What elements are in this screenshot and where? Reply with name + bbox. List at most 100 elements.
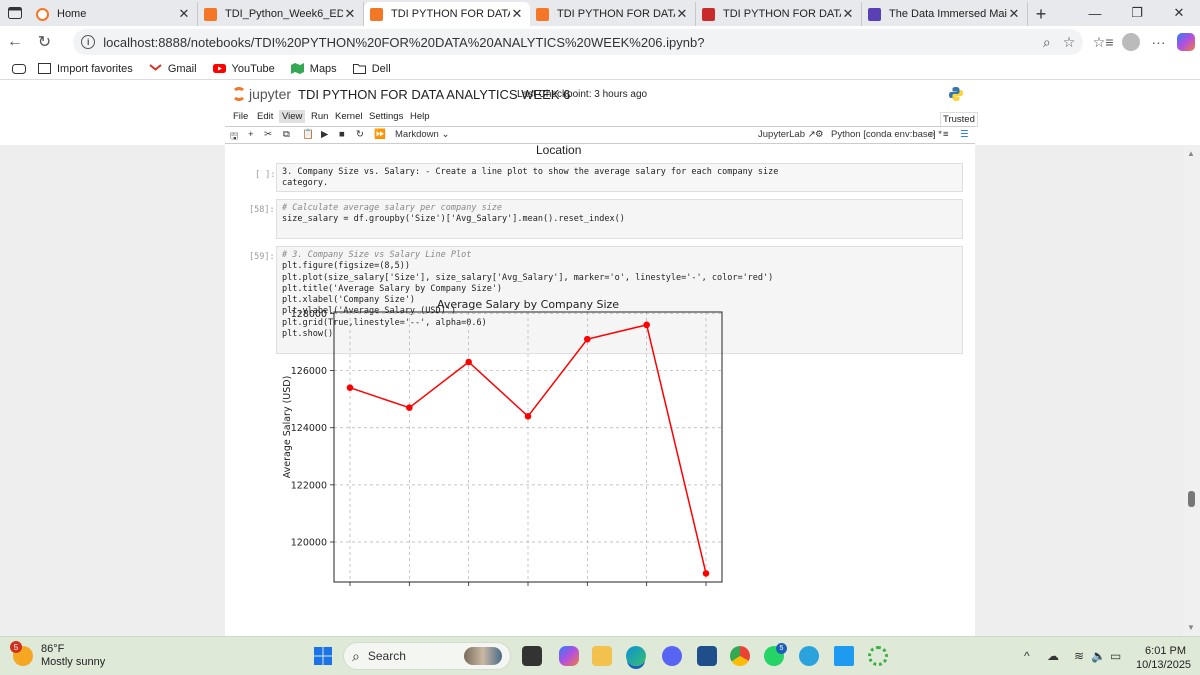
info-icon[interactable]: i [81,35,96,49]
task-view-icon[interactable] [522,646,542,666]
save-icon[interactable]: 🖫 [230,129,238,145]
store-icon[interactable] [697,646,717,666]
python-logo-icon [949,87,963,101]
refresh-button[interactable]: ↻ [30,27,60,57]
more-menu-button[interactable]: ··· [1145,28,1173,56]
bookmark-label: Gmail [167,62,197,75]
copilot-taskbar-icon[interactable] [559,646,579,666]
favorites-button[interactable]: ☆≡ [1089,28,1117,56]
menu-kernel[interactable]: Kernel [335,111,362,122]
cell-line: size_salary = df.groupby('Size')['Avg_Sa… [282,214,625,225]
close-icon[interactable]: ✕ [841,6,855,22]
back-button[interactable]: ← [0,27,30,57]
jupyter-wordmark: jupyter [249,86,292,102]
file-explorer-icon[interactable] [592,646,612,666]
taskbar-search[interactable]: ⌕ Search [343,642,511,670]
battery-icon[interactable]: ▭ [1110,649,1121,663]
scroll-up-icon[interactable]: ▲ [1187,149,1195,158]
windows-start-icon[interactable] [314,647,332,665]
chevron-up-icon[interactable]: ^ [1024,649,1030,663]
menu-settings[interactable]: Settings [369,111,403,122]
edge-icon[interactable] [626,646,646,666]
scroll-thumb[interactable] [1188,491,1195,507]
menu-run[interactable]: Run [311,111,328,122]
copilot-button[interactable] [1172,28,1200,56]
kernel-settings-icon[interactable]: ⚙ [815,129,824,140]
wifi-icon[interactable]: ≋ [1074,649,1084,663]
telegram-icon[interactable] [799,646,819,666]
twitter-icon[interactable] [834,646,854,666]
menu-view[interactable]: View [279,110,306,123]
sidebar-toggle-icon[interactable] [0,63,38,74]
paste-icon[interactable]: 📋 [302,129,314,140]
tab-label: Home [57,8,87,20]
weather-widget[interactable]: 5 86°F Mostly sunny [10,641,105,669]
tab-eda[interactable]: TDI_Python_Week6_EDA (1) ✕ [198,2,364,26]
favorite-star-icon[interactable]: ☆ [1063,34,1076,51]
bookmark-maps[interactable]: Maps [290,63,337,75]
new-tab-button[interactable]: + [1028,2,1054,26]
zoom-icon[interactable]: ⌕ [1043,34,1051,51]
tab-actions-button[interactable] [0,0,30,26]
cloud-icon[interactable]: ☁ [1047,649,1059,663]
loading-app-icon[interactable] [868,646,888,666]
bookmark-gmail[interactable]: Gmail [149,63,197,75]
jupyterlab-link[interactable]: JupyterLab ↗ [758,129,816,140]
jupyter-logo[interactable]: jupyter [232,86,291,102]
page-scrollbar[interactable]: ▲ ▼ [1183,146,1200,635]
copy-icon[interactable]: ⧉ [283,129,290,140]
tab-data-immersed[interactable]: The Data Immersed Main Su ✕ [862,2,1028,26]
close-icon[interactable]: ✕ [343,6,357,22]
toc-icon[interactable]: ☰ [960,129,969,140]
minimize-button[interactable]: — [1074,0,1116,26]
clock-date: 10/13/2025 [1136,659,1192,671]
menu-lines-icon[interactable]: ≡ [943,129,949,140]
close-window-button[interactable]: ✕ [1158,0,1200,26]
trusted-indicator[interactable]: Trusted [940,112,978,127]
run-icon[interactable]: ▶ [321,129,328,140]
tab-active-notebook[interactable]: TDI PYTHON FOR DATA ANA ✕ [364,2,530,26]
tab-home[interactable]: Home ✕ [30,2,198,26]
profile-button[interactable] [1117,28,1145,56]
url-text[interactable]: localhost:8888/notebooks/TDI%20PYTHON%20… [103,35,1031,50]
menu-help[interactable]: Help [410,111,430,122]
tab-notebook-2[interactable]: TDI PYTHON FOR DATA ANA ✕ [530,2,696,26]
close-icon[interactable]: ✕ [675,6,689,22]
add-cell-icon[interactable]: + [248,129,254,140]
discord-icon[interactable] [662,646,682,666]
plus-icon: + [1035,3,1047,24]
run-all-icon[interactable]: ⏩ [374,129,386,140]
bookmark-dell[interactable]: Dell [352,62,391,75]
menu-file[interactable]: File [233,111,248,122]
stop-icon[interactable]: ■ [339,129,345,140]
volume-icon[interactable]: 🔈 [1091,649,1106,663]
bookmark-youtube[interactable]: YouTube [212,63,275,75]
cell-type-select[interactable]: Markdown ⌄ [395,129,449,140]
tab-label: TDI PYTHON FOR DATA ANA [557,8,675,20]
scroll-down-icon[interactable]: ▼ [1187,623,1195,632]
temperature: 86°F [41,643,65,655]
close-icon[interactable]: ✕ [510,6,524,22]
bookmark-import-favorites[interactable]: Import favorites [38,63,133,75]
menu-edit[interactable]: Edit [257,111,273,122]
code-cell[interactable]: # Calculate average salary per company s… [276,199,963,239]
tab-pdf[interactable]: TDI PYTHON FOR DATA ANA ✕ [696,2,862,26]
restart-icon[interactable]: ↻ [356,129,364,140]
close-icon[interactable]: ✕ [1007,6,1021,22]
markdown-cell[interactable]: 3. Company Size vs. Salary: - Create a l… [276,163,963,192]
cut-icon[interactable]: ✂ [264,129,272,140]
bookmark-label: Dell [371,62,391,75]
chrome-icon[interactable] [730,646,750,666]
system-clock[interactable]: 6:01 PM 10/13/2025 [1136,644,1192,672]
kernel-name[interactable]: Python [conda env:base] * [831,129,942,140]
clock-time: 6:01 PM [1145,645,1186,657]
search-icon: ⌕ [352,647,360,664]
import-icon [38,63,51,74]
url-bar[interactable]: i localhost:8888/notebooks/TDI%20PYTHON%… [73,29,1084,55]
tab-label: The Data Immersed Main Su [889,8,1007,20]
close-icon[interactable]: ✕ [177,6,191,22]
restore-button[interactable]: ❐ [1116,0,1158,26]
chart-title: Average Salary by Company Size [437,298,619,311]
cell-type-label: Markdown [395,129,439,140]
line-chart: Average Salary by Company Size 120000 1220… [282,298,723,597]
